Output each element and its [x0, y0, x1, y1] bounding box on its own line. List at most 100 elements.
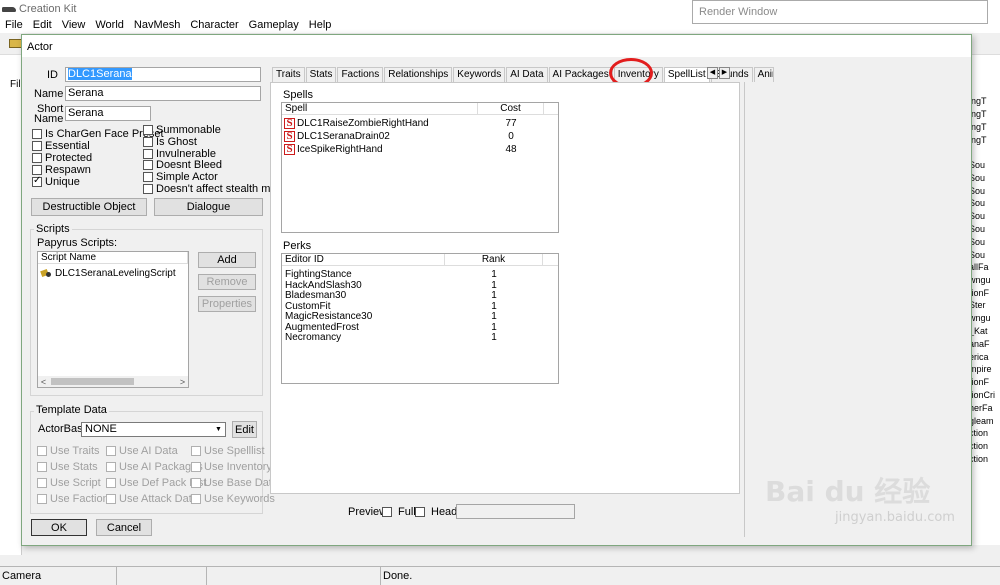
list-item[interactable]: DLC1SeranaLevelingScript — [38, 267, 188, 280]
tab-ai-packages[interactable]: AI Packages — [548, 67, 613, 82]
list-item[interactable]: ction — [969, 441, 1000, 451]
list-item[interactable]: herFa — [969, 403, 1000, 413]
list-item[interactable]: wngu — [969, 275, 1000, 285]
flag-is-ghost[interactable]: Is Ghost — [143, 136, 197, 148]
use-ai-data-checkbox[interactable]: Use AI Data — [106, 445, 178, 457]
list-item[interactable]: anaF — [969, 339, 1000, 349]
properties-button[interactable]: Properties — [198, 296, 256, 312]
checkbox[interactable] — [106, 446, 116, 456]
use-ai-packages-checkbox[interactable]: Use AI Packages — [106, 461, 203, 473]
name-field[interactable]: Serana — [65, 86, 261, 101]
use-traits-checkbox[interactable]: Use Traits — [37, 445, 100, 457]
tab-anim[interactable]: Anim — [753, 67, 774, 82]
list-item[interactable]: ingT — [969, 122, 1000, 132]
tab-factions[interactable]: Factions — [337, 67, 384, 82]
remove-script-button[interactable]: Remove — [198, 274, 256, 290]
list-item[interactable]: Sou — [969, 237, 1000, 247]
chevron-right-icon[interactable]: > — [177, 377, 188, 387]
flag-protected[interactable]: Protected — [32, 152, 92, 164]
flag-doesnt-affect-stealth[interactable]: Doesn't affect stealth meter — [143, 183, 289, 195]
tab-traits[interactable]: Traits — [272, 67, 305, 82]
rank-column[interactable]: Rank — [445, 254, 543, 265]
list-item[interactable]: ction — [969, 428, 1000, 438]
scrollbar-thumb[interactable] — [51, 378, 134, 385]
short-name-field[interactable]: Serana — [65, 106, 151, 121]
use-inventory-checkbox[interactable]: Use Inventory — [191, 461, 272, 473]
use-spelllist-checkbox[interactable]: Use Spelllist — [191, 445, 265, 457]
checkbox[interactable] — [37, 446, 47, 456]
table-row[interactable]: S DLC1SeranaDrain02 0 — [282, 130, 544, 143]
flag-doesnt-bleed[interactable]: Doesnt Bleed — [143, 159, 222, 171]
tab-stats[interactable]: Stats — [305, 67, 337, 82]
menu-view[interactable]: View — [57, 19, 91, 31]
use-stats-checkbox[interactable]: Use Stats — [37, 461, 98, 473]
checkbox[interactable] — [32, 153, 42, 163]
list-item[interactable]: gleam — [969, 416, 1000, 426]
list-item[interactable]: Sou — [969, 250, 1000, 260]
table-row[interactable]: S IceSpikeRightHand 48 — [282, 143, 544, 156]
flag-simple-actor[interactable]: Simple Actor — [143, 171, 218, 183]
list-item[interactable]: Sou — [969, 160, 1000, 170]
list-item[interactable]: Sou — [969, 224, 1000, 234]
use-factions-checkbox[interactable]: Use Factions — [37, 493, 114, 505]
dialogue-button[interactable]: Dialogue — [154, 198, 263, 216]
checkbox[interactable] — [382, 507, 392, 517]
preview-head-checkbox[interactable]: Head — [415, 506, 457, 518]
checkbox[interactable] — [143, 160, 153, 170]
tab-keywords[interactable]: Keywords — [453, 67, 506, 82]
edit-actorbase-button[interactable]: Edit — [232, 421, 257, 438]
list-item[interactable]: ingT — [969, 109, 1000, 119]
scripts-hscrollbar[interactable]: < > — [38, 376, 188, 387]
checkbox[interactable] — [106, 494, 116, 504]
preview-full-checkbox[interactable]: Full — [382, 506, 416, 518]
tab-scroll-right-icon[interactable]: ▶ — [719, 67, 730, 79]
menu-gameplay[interactable]: Gameplay — [244, 19, 304, 31]
use-attack-data-checkbox[interactable]: Use Attack Data — [106, 493, 198, 505]
list-item[interactable]: wngu — [969, 313, 1000, 323]
checkbox[interactable] — [143, 137, 153, 147]
list-item[interactable]: allFa — [969, 262, 1000, 272]
list-item[interactable]: Sou — [969, 186, 1000, 196]
flag-unique[interactable]: Unique — [32, 175, 80, 188]
checkbox[interactable] — [143, 149, 153, 159]
list-item[interactable]: ction — [969, 454, 1000, 464]
tab-ai-data[interactable]: AI Data — [506, 67, 548, 82]
checkbox[interactable] — [32, 129, 42, 139]
use-base-data-checkbox[interactable]: Use Base Data — [191, 477, 278, 489]
list-item[interactable]: Sou — [969, 173, 1000, 183]
spells-list[interactable]: Spell Cost S DLC1RaiseZombieRightHand 77… — [281, 102, 559, 233]
menu-navmesh[interactable]: NavMesh — [129, 19, 185, 31]
checkbox[interactable] — [143, 184, 153, 194]
table-row[interactable]: S DLC1RaiseZombieRightHand 77 — [282, 117, 544, 130]
list-item[interactable]: erica — [969, 352, 1000, 362]
table-row[interactable]: Necromancy 1 — [282, 331, 543, 344]
preview-field[interactable] — [456, 504, 575, 519]
spell-column[interactable]: Spell — [282, 103, 478, 114]
list-item[interactable]: _Kat — [969, 326, 1000, 336]
cancel-button[interactable]: Cancel — [96, 519, 152, 536]
tab-spelllist[interactable]: SpellList — [663, 67, 710, 82]
add-script-button[interactable]: Add — [198, 252, 256, 268]
checkbox[interactable] — [191, 478, 201, 488]
menu-file[interactable]: File — [0, 19, 28, 31]
checkbox[interactable] — [106, 478, 116, 488]
cost-column[interactable]: Cost — [478, 103, 544, 114]
menu-character[interactable]: Character — [185, 19, 243, 31]
tab-relationships[interactable]: Relationships — [384, 67, 453, 82]
list-item[interactable]: Sou — [969, 211, 1000, 221]
checkbox[interactable] — [37, 494, 47, 504]
checkbox[interactable] — [37, 462, 47, 472]
id-field[interactable]: DLC1Serana — [65, 67, 261, 82]
list-item[interactable]: mpire — [969, 364, 1000, 374]
checkbox[interactable] — [191, 446, 201, 456]
script-name-column[interactable]: Script Name — [38, 252, 188, 263]
list-item[interactable]: tionF — [969, 288, 1000, 298]
flag-summonable[interactable]: Summonable — [143, 124, 221, 136]
list-item[interactable]: Sou — [969, 198, 1000, 208]
use-script-checkbox[interactable]: Use Script — [37, 477, 101, 489]
checkbox[interactable] — [106, 462, 116, 472]
checkbox[interactable] — [415, 507, 425, 517]
flag-essential[interactable]: Essential — [32, 140, 90, 152]
destructible-object-button[interactable]: Destructible Object — [31, 198, 147, 216]
menu-world[interactable]: World — [90, 19, 129, 31]
